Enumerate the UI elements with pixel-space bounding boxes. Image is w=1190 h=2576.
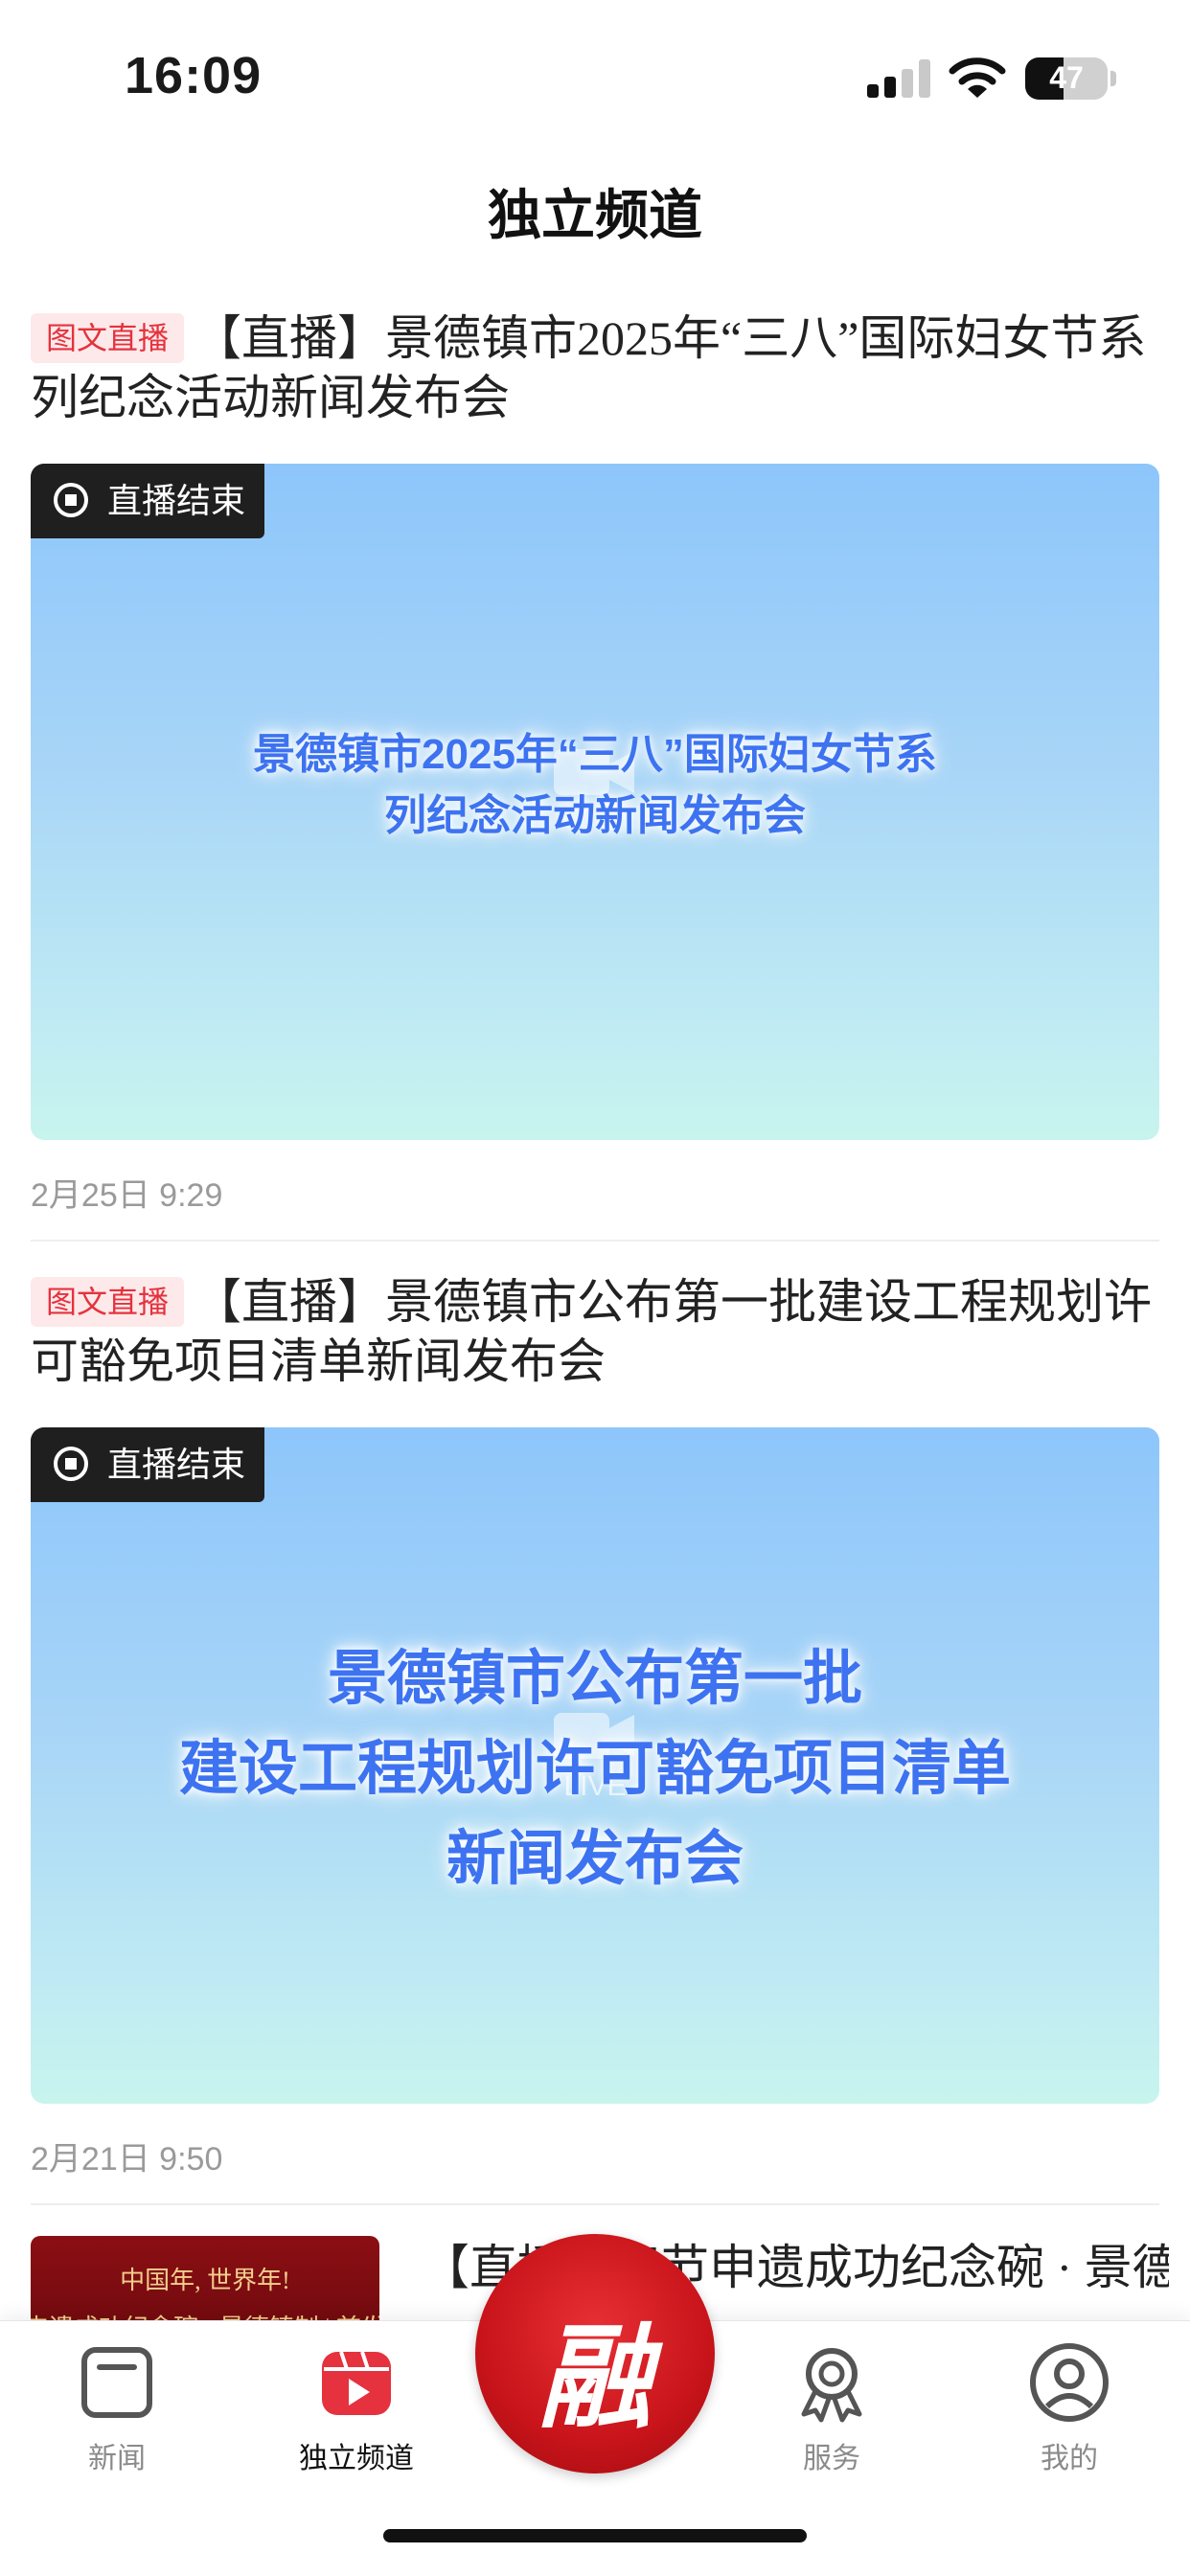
tab-news[interactable]: 新闻 (31, 2335, 203, 2476)
badge-label: 直播结束 (107, 481, 246, 520)
page-title: 独立频道 (488, 187, 702, 246)
timestamp: 2月25日 9:29 (31, 1177, 223, 1214)
stop-circle-icon (54, 1447, 88, 1482)
fusion-logo-icon: 融 (538, 2311, 652, 2444)
tag-badge: 图文直播 (31, 313, 185, 363)
status-time: 16:09 (125, 47, 263, 104)
feed-item[interactable]: 图文直播 【直播】景德镇市公布第一批建设工程规划许可豁免项目清单新闻发布会 (31, 1272, 1159, 1391)
battery-icon: 47 (1025, 57, 1108, 100)
feed-headline-text: 【直播】景德镇市2025年“三八”国际妇女节系列纪念活动新闻发布会 (31, 311, 1147, 424)
battery-nub (1110, 71, 1116, 86)
tab-profile[interactable]: 我的 (983, 2335, 1156, 2476)
wifi-icon (949, 57, 1006, 98)
banner-line: 建设工程规划许可豁免项目清单 (178, 1736, 1011, 1802)
tab-label: 我的 (1041, 2443, 1098, 2474)
thumbnail-banner: 景德镇市2025年“三八”国际妇女节系 列纪念活动新闻发布会 (31, 724, 1159, 847)
tab-label: 独立频道 (299, 2443, 414, 2474)
cellular-signal-icon (867, 57, 930, 98)
badge-label: 直播结束 (107, 1445, 246, 1484)
banner-line: 景德镇市公布第一批 (327, 1646, 862, 1712)
thumbnail-banner: 景德镇市公布第一批 建设工程规划许可豁免项目清单 新闻发布会 (31, 1634, 1159, 1904)
feed-headline[interactable]: 图文直播 【直播】景德镇市公布第一批建设工程规划许可豁免项目清单新闻发布会 (31, 1272, 1159, 1391)
tag-badge: 图文直播 (31, 1277, 185, 1327)
thumbnail-caption: 中国年, 世界年! (120, 2267, 290, 2294)
timestamp: 2月21日 9:50 (31, 2141, 223, 2177)
feed-headline-text: 【直播】景德镇市公布第一批建设工程规划许可豁免项目清单新闻发布会 (31, 1275, 1153, 1388)
center-fusion-button[interactable]: 融 (475, 2234, 715, 2473)
profile-icon (1030, 2343, 1109, 2422)
banner-line: 新闻发布会 (446, 1826, 744, 1892)
battery-level: 47 (1049, 60, 1084, 95)
status-bar: 16:09 47 (0, 0, 1190, 144)
channel-icon (322, 2351, 391, 2415)
live-ended-badge: 直播结束 (31, 464, 265, 538)
divider (31, 1240, 1159, 1242)
service-icon (801, 2348, 862, 2423)
tab-label: 服务 (803, 2443, 860, 2474)
tab-label: 新闻 (88, 2443, 146, 2474)
tab-independent-channel[interactable]: 独立频道 (270, 2335, 443, 2476)
home-indicator[interactable] (383, 2529, 807, 2542)
live-thumbnail[interactable]: 直播结束 LIVE 景德镇市公布第一批 建设工程规划许可豁免项目清单 新闻发布会 (31, 1427, 1159, 2104)
news-icon (81, 2347, 152, 2418)
banner-line: 列纪念活动新闻发布会 (384, 792, 806, 839)
stop-circle-icon (54, 483, 88, 518)
tab-service[interactable]: 服务 (745, 2335, 918, 2476)
live-thumbnail[interactable]: 直播结束 景德镇市2025年“三八”国际妇女节系 列纪念活动新闻发布会 (31, 464, 1159, 1140)
divider (31, 2203, 1159, 2205)
live-ended-badge: 直播结束 (31, 1427, 265, 1502)
feed-headline[interactable]: 图文直播 【直播】景德镇市2025年“三八”国际妇女节系列纪念活动新闻发布会 (31, 308, 1159, 427)
banner-line: 景德镇市2025年“三八”国际妇女节系 (253, 731, 937, 778)
feed-item[interactable]: 图文直播 【直播】景德镇市2025年“三八”国际妇女节系列纪念活动新闻发布会 (31, 308, 1159, 427)
